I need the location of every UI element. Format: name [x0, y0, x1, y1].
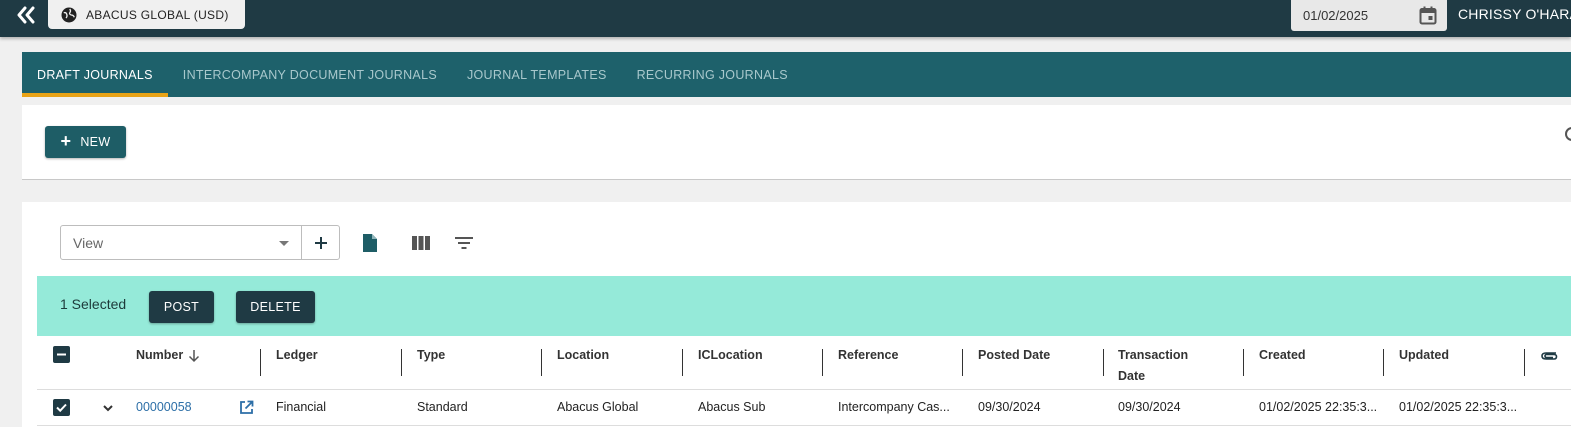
cell-updated: 01/02/2025 22:35:3...: [1399, 400, 1518, 414]
column-resizer[interactable]: [822, 349, 823, 376]
collapse-sidebar-button[interactable]: [12, 3, 40, 27]
attachment-column-header[interactable]: [1540, 348, 1558, 366]
selection-count: 1 Selected: [60, 296, 127, 312]
journal-tabs: DRAFT JOURNALS INTERCOMPANY DOCUMENT JOU…: [22, 52, 1571, 97]
column-resizer[interactable]: [1243, 349, 1244, 376]
cell-reference: Intercompany Cas...: [838, 400, 950, 414]
paperclip-icon: [1541, 352, 1558, 360]
row-select-checkbox[interactable]: [53, 399, 70, 416]
help-icon[interactable]: [1565, 127, 1571, 141]
view-select[interactable]: View: [60, 225, 302, 260]
column-resizer[interactable]: [401, 349, 402, 376]
column-label-date: Date: [1118, 369, 1146, 383]
tab-journal-templates[interactable]: JOURNAL TEMPLATES: [452, 52, 622, 97]
column-label-transaction: Transaction: [1118, 348, 1189, 362]
open-in-new-icon[interactable]: [239, 400, 254, 420]
column-resizer[interactable]: [541, 349, 542, 376]
column-resizer[interactable]: [1383, 349, 1384, 376]
column-resizer[interactable]: [682, 349, 683, 376]
user-menu[interactable]: CHRISSY O'HARA: [1458, 6, 1571, 22]
column-resizer[interactable]: [1524, 349, 1525, 376]
add-view-button[interactable]: [301, 225, 340, 260]
column-header-transaction-date[interactable]: Transaction Date: [1118, 345, 1188, 387]
cell-location: Abacus Global: [557, 400, 639, 414]
column-header-created[interactable]: Created: [1259, 345, 1306, 366]
column-resizer[interactable]: [260, 349, 261, 376]
new-journal-button[interactable]: + NEW: [45, 126, 126, 158]
tab-draft-journals[interactable]: DRAFT JOURNALS: [22, 52, 168, 97]
cell-posted-date: 09/30/2024: [978, 400, 1041, 414]
sort-arrow-down-icon: [189, 349, 200, 362]
selection-action-bar: 1 Selected POST DELETE: [37, 276, 1571, 336]
column-resizer[interactable]: [1103, 349, 1104, 376]
filter-icon[interactable]: [453, 232, 475, 254]
entity-label: ABACUS GLOBAL (USD): [86, 7, 229, 22]
calendar-icon[interactable]: [1419, 6, 1437, 25]
select-all-checkbox[interactable]: [53, 346, 70, 363]
column-header-ledger[interactable]: Ledger: [276, 345, 318, 366]
journals-grid-panel: View 1 Selected POST DELETE Number Ledge…: [22, 202, 1571, 427]
post-button[interactable]: POST: [149, 291, 214, 323]
cell-type: Standard: [417, 400, 468, 414]
caret-down-icon: [279, 241, 289, 246]
row-expand-button[interactable]: [102, 400, 114, 418]
tab-intercompany-document-journals[interactable]: INTERCOMPANY DOCUMENT JOURNALS: [168, 52, 452, 97]
session-date-field[interactable]: 01/02/2025: [1291, 0, 1447, 31]
cell-created: 01/02/2025 22:35:3...: [1259, 400, 1378, 414]
cell-ledger: Financial: [276, 400, 327, 414]
plus-icon: [314, 236, 327, 249]
chevron-down-icon: [103, 405, 113, 412]
column-header-updated[interactable]: Updated: [1399, 345, 1449, 366]
double-chevron-left-icon: [17, 6, 35, 24]
column-label-number: Number: [136, 348, 184, 362]
journal-number-link[interactable]: 00000058: [136, 400, 192, 414]
column-header-location[interactable]: Location: [557, 345, 609, 366]
plus-icon: +: [60, 131, 72, 151]
column-header-posted-date[interactable]: Posted Date: [978, 345, 1050, 366]
export-document-icon[interactable]: [359, 232, 381, 254]
session-date-value: 01/02/2025: [1303, 8, 1369, 23]
entity-selector-button[interactable]: ABACUS GLOBAL (USD): [48, 0, 245, 29]
new-button-label: NEW: [80, 135, 111, 149]
column-header-number[interactable]: Number: [136, 345, 201, 366]
check-icon: [56, 403, 67, 413]
minus-icon: [57, 353, 66, 356]
action-panel: + NEW: [22, 105, 1571, 180]
globe-icon: [61, 7, 77, 22]
grid-header: Number Ledger Type Location ICLocation R…: [37, 336, 1571, 390]
cell-iclocation: Abacus Sub: [698, 400, 766, 414]
column-resizer[interactable]: [962, 349, 963, 376]
top-bar: ABACUS GLOBAL (USD) 01/02/2025 CHRISSY O…: [0, 0, 1571, 37]
delete-button[interactable]: DELETE: [236, 291, 315, 323]
view-select-placeholder: View: [73, 234, 104, 251]
column-header-type[interactable]: Type: [417, 345, 445, 366]
column-header-reference[interactable]: Reference: [838, 345, 898, 366]
table-row[interactable]: 00000058 Financial Standard Abacus Globa…: [37, 390, 1571, 426]
columns-icon[interactable]: [410, 232, 432, 254]
column-header-iclocation[interactable]: ICLocation: [698, 345, 763, 366]
cell-transaction-date: 09/30/2024: [1118, 400, 1181, 414]
tab-recurring-journals[interactable]: RECURRING JOURNALS: [622, 52, 803, 97]
